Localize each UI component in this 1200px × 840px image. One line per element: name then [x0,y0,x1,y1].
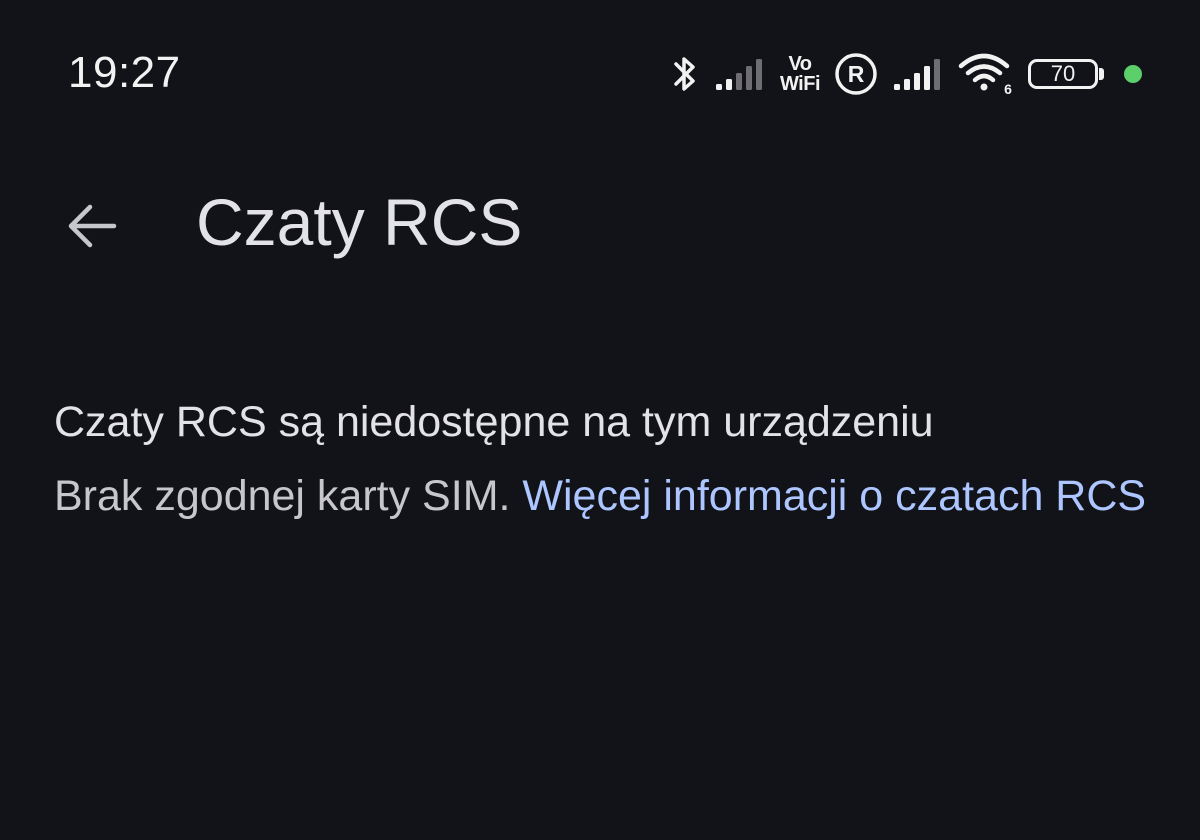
battery-level: 70 [1050,61,1076,86]
app-bar: Czaty RCS [0,170,1200,280]
vowifi-top-label: Vo [788,53,812,75]
signal-icon-2 [894,59,940,90]
status-icons: Vo WiFi R 6 70 [670,48,1142,100]
description-text: Brak zgodnej karty SIM. [54,472,523,520]
unavailable-headline: Czaty RCS są niedostępne na tym urządzen… [54,398,934,446]
privacy-indicator-dot [1124,65,1142,83]
back-button[interactable] [52,186,132,266]
wifi-badge: 6 [1004,81,1012,96]
roaming-letter: R [848,61,865,87]
learn-more-link[interactable]: Więcej informacji o czatach RCS [522,472,1146,520]
unavailable-description: Brak zgodnej karty SIM. Więcej informacj… [54,462,1154,530]
screen: 19:27 Vo WiFi R 6 70 Czaty RCS Czaty RCS… [0,0,1200,840]
vowifi-bottom-label: WiFi [779,73,821,95]
bluetooth-icon [674,57,695,91]
battery-body: 70 [1028,59,1098,89]
wifi-icon: 6 [958,53,1012,96]
roaming-icon: R [835,53,877,95]
signal-icon [715,59,762,90]
page-title: Czaty RCS [196,185,523,259]
battery-tip [1099,68,1104,80]
vowifi-icon: Vo WiFi [779,53,821,95]
content: Czaty RCS są niedostępne na tym urządzen… [54,390,1154,530]
status-time: 19:27 [68,48,181,97]
arrow-back-icon [68,204,117,248]
battery-icon: 70 [1028,59,1104,89]
status-bar: 19:27 Vo WiFi R 6 70 [0,0,1200,140]
